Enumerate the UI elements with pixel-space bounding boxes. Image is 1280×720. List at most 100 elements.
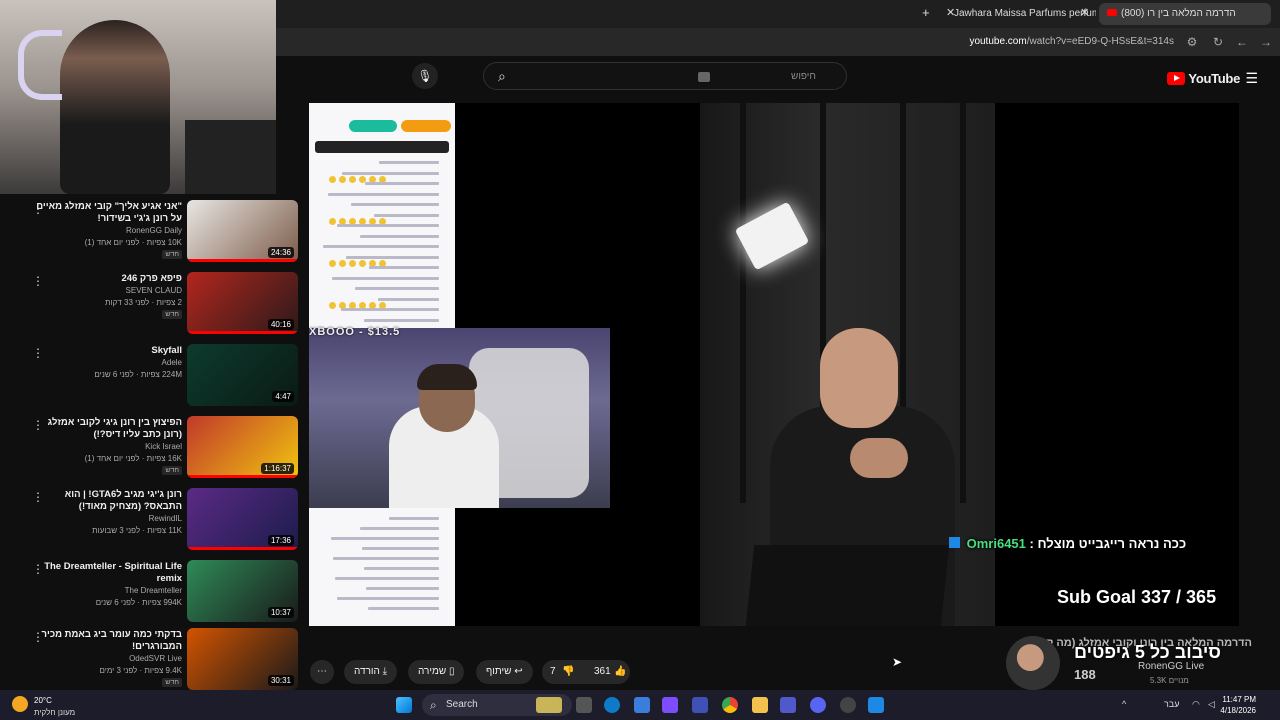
channel-name[interactable]: OdedSVR Live (129, 654, 182, 663)
share-icon: ↩ (514, 666, 523, 677)
tune-icon[interactable]: ⚙ (1184, 34, 1200, 50)
voice-search-button[interactable]: 🎙 (412, 63, 438, 89)
overlay-count: 188 (1074, 667, 1096, 682)
channel-name[interactable]: RonenGG Daily (126, 226, 182, 235)
download-label: הורדה (354, 666, 380, 677)
more-vert-icon[interactable]: ⋮ (32, 562, 44, 576)
video-title[interactable]: רונן ג'יגי מגיב לGTA6! | הוא התבאס? (מצח… (32, 489, 182, 513)
channel-name[interactable]: Kick Israel (145, 442, 182, 451)
more-vert-icon[interactable]: ⋮ (32, 346, 44, 360)
taskbar-clock[interactable]: 11:47 PM 4/18/2026 (1220, 694, 1256, 716)
keyboard-icon[interactable] (698, 72, 710, 82)
video-title[interactable]: "אני אגיע אליך" קובי אמזלג מאיים על רונן… (32, 201, 182, 225)
new-tab-button[interactable]: + (922, 5, 930, 20)
recommendation-item[interactable]: 40:16 פיפא פרק 246 SEVEN CLAUD 2 צפיות · לפ… (0, 266, 300, 334)
steam-icon[interactable] (840, 697, 856, 713)
wifi-icon[interactable]: ◠ (1192, 699, 1200, 710)
emoji-icon (349, 259, 356, 267)
more-vert-icon[interactable]: ⋮ (32, 202, 44, 216)
share-button[interactable]: שיתוף ↩ (476, 660, 533, 684)
tab-active[interactable]: (800) הדרמה המלאה בין רו (1099, 3, 1271, 25)
windows-start-icon[interactable] (396, 697, 412, 713)
video-thumbnail[interactable]: 17:36 (187, 488, 298, 550)
taskbar-search-label: Search (446, 699, 478, 710)
chat-line (323, 245, 439, 248)
recommendation-item[interactable]: 1:16:37 הפיצוץ בין רונן גיגי לקובי אמזלג … (0, 410, 300, 478)
volume-icon[interactable]: ◁ (1208, 699, 1215, 710)
more-vert-icon[interactable]: ⋮ (32, 490, 44, 504)
tab-perfume[interactable]: Jawhara Maissa Parfums perfum (946, 3, 1096, 25)
reload-icon[interactable]: ↻ (1210, 34, 1226, 50)
chat-line (355, 287, 439, 290)
video-title[interactable]: The Dreamteller - Spiritual Life remix (32, 561, 182, 585)
like-count[interactable]: 361 (594, 660, 611, 684)
channel-name[interactable]: SEVEN CLAUD (126, 286, 182, 295)
video-title[interactable]: הפיצוץ בין רונן גיגי לקובי אמזלג (רונן כ… (32, 417, 182, 441)
chrome-icon[interactable] (722, 697, 738, 713)
video-thumbnail[interactable]: 24:36 (187, 200, 298, 262)
forward-icon[interactable]: ← (1234, 34, 1250, 50)
video-duration: 10:37 (267, 607, 294, 618)
host-arm (850, 438, 908, 478)
like-icon[interactable]: 👍 (614, 660, 626, 684)
download-button[interactable]: הורדה ⤓ (344, 660, 398, 684)
weather-widget[interactable]: 20°C מעונן חלקית (12, 693, 112, 719)
webcam-person (60, 20, 170, 194)
recommendation-item[interactable]: 17:36 רונן ג'יגי מגיב לGTA6! | הוא התבאס?… (0, 482, 300, 550)
recommendation-item[interactable]: 4:47 Skyfall Adele 224M צפיות · לפני 6 שנים… (0, 338, 300, 406)
more-vert-icon[interactable]: ⋮ (32, 418, 44, 432)
back-icon[interactable]: → (1258, 34, 1274, 50)
more-actions-button[interactable]: ⋯ (310, 660, 334, 684)
mouse-cursor-icon: ➤ (892, 655, 903, 669)
search-input[interactable]: חיפוש (791, 71, 816, 82)
address-bar[interactable]: youtube.com/watch?v=eED9-Q-HSsE&t=314s ⚙… (276, 28, 1280, 56)
app-icon[interactable] (868, 697, 884, 713)
file-explorer-icon[interactable] (752, 697, 768, 713)
copilot-icon[interactable] (662, 697, 678, 713)
emoji-icon (329, 259, 336, 267)
video-thumbnail[interactable]: 1:16:37 (187, 416, 298, 478)
watch-progress-bar (187, 331, 298, 334)
dislike-count[interactable]: 7 (550, 660, 556, 684)
tray-chevron-icon[interactable]: ^ (1122, 699, 1126, 709)
discord-icon[interactable] (810, 697, 826, 713)
input-language[interactable]: עבר (1164, 699, 1179, 709)
watch-progress-bar (187, 475, 298, 478)
store-icon[interactable] (634, 697, 650, 713)
video-thumbnail[interactable]: 40:16 (187, 272, 298, 334)
video-duration: 4:47 (272, 391, 294, 402)
teams-icon[interactable] (780, 697, 796, 713)
search-box[interactable]: ⌕ חיפוש (483, 62, 847, 90)
chat-line (374, 213, 439, 217)
video-title[interactable]: Skyfall (32, 345, 182, 357)
video-duration: 30:31 (267, 675, 294, 686)
emoji-icon (329, 175, 336, 183)
channel-name[interactable]: Adele (162, 358, 182, 367)
video-thumbnail[interactable]: 4:47 (187, 344, 298, 406)
youtube-logo[interactable]: YouTube (1167, 68, 1240, 88)
dislike-icon[interactable]: 👎 (562, 660, 574, 684)
video-thumbnail[interactable]: 30:31 (187, 628, 298, 690)
url-text[interactable]: youtube.com/watch?v=eED9-Q-HSsE&t=314s (969, 36, 1174, 47)
more-vert-icon[interactable]: ⋮ (32, 630, 44, 644)
more-vert-icon[interactable]: ⋮ (32, 274, 44, 288)
chat-line (362, 547, 439, 550)
recommendation-item[interactable]: 10:37 The Dreamteller - Spiritual Life re… (0, 554, 300, 622)
video-title[interactable]: פיפא פרק 246 (32, 273, 182, 285)
channel-avatar[interactable] (1006, 636, 1060, 690)
menu-icon[interactable]: ☰ (1245, 70, 1258, 87)
channel-name[interactable]: RewindIL (149, 514, 182, 523)
channel-name[interactable]: The Dreamteller (125, 586, 182, 595)
recommendation-item[interactable]: 30:31 בדקתי כמה עומר ביג באמת מכיר המבורג… (0, 622, 300, 690)
logo-text: YouTube (1188, 70, 1240, 86)
task-view-icon[interactable] (576, 697, 592, 713)
recommendation-item[interactable]: 24:36 "אני אגיע אליך" קובי אמזלג מאיים על… (0, 194, 300, 262)
clock-time: 11:47 PM (1222, 695, 1256, 704)
video-title[interactable]: בדקתי כמה עומר ביג באמת מכיר המבורגרים! (32, 629, 182, 653)
edge-icon[interactable] (604, 697, 620, 713)
save-button[interactable]: שמירה ▯ (408, 660, 465, 684)
video-thumbnail[interactable]: 10:37 (187, 560, 298, 622)
search-icon[interactable]: ⌕ (498, 68, 506, 85)
close-tab-icon[interactable]: ✕ (946, 6, 955, 19)
app-icon[interactable] (692, 697, 708, 713)
